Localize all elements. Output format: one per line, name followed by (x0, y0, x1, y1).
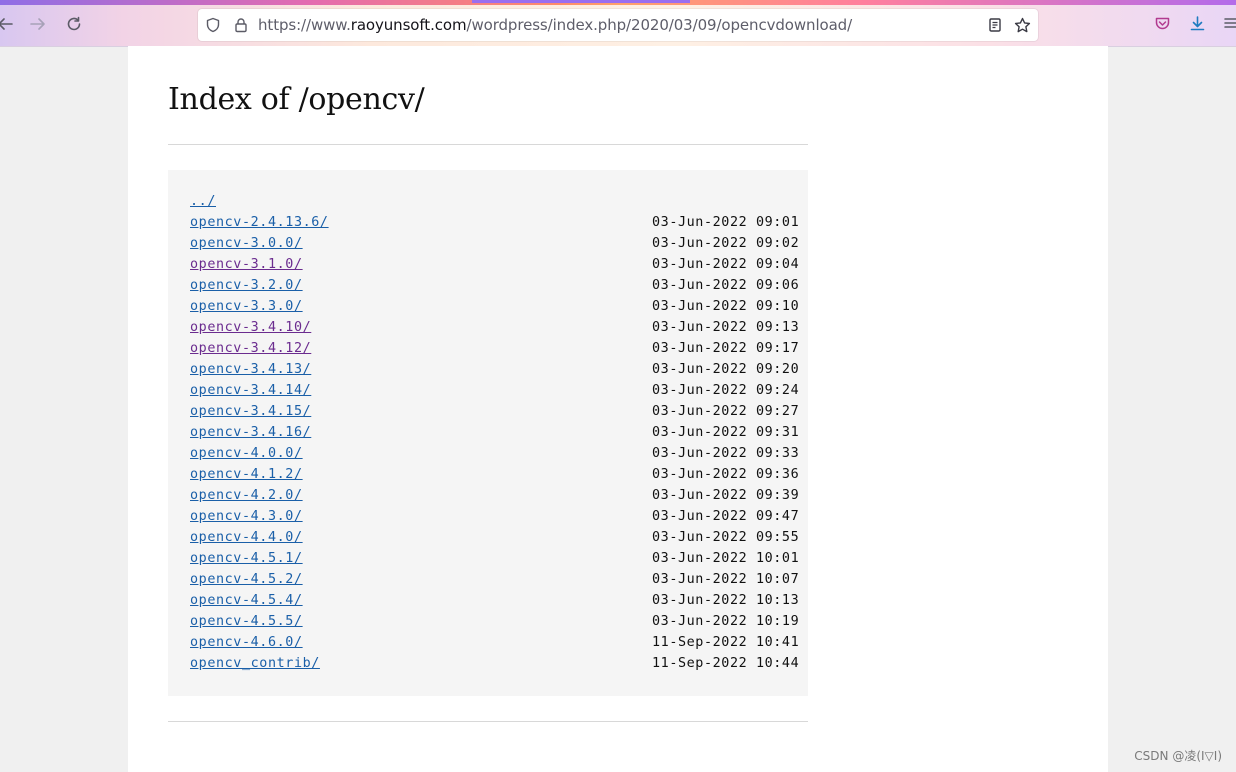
directory-link[interactable]: opencv-3.1.0/ (190, 257, 303, 272)
directory-link[interactable]: opencv-2.4.13.6/ (190, 215, 329, 230)
modified-date: 11-Sep-2022 10:41 (652, 635, 800, 650)
modified-date: 03-Jun-2022 10:13 (652, 593, 800, 608)
directory-link[interactable]: opencv-3.4.14/ (190, 383, 311, 398)
directory-link[interactable]: opencv-3.3.0/ (190, 299, 303, 314)
list-item: opencv-4.0.0/03-Jun-2022 09:33 (190, 443, 810, 464)
back-icon[interactable] (0, 13, 16, 35)
url-path: /wordpress/index.php/2020/03/09/opencvdo… (466, 16, 853, 34)
list-item: opencv-3.1.0/03-Jun-2022 09:04 (190, 254, 810, 275)
lock-icon[interactable] (232, 16, 250, 34)
directory-link[interactable]: opencv-3.4.10/ (190, 320, 311, 335)
modified-date: 03-Jun-2022 09:47 (652, 509, 800, 524)
modified-date: 03-Jun-2022 09:20 (652, 362, 800, 377)
directory-link[interactable]: opencv-4.0.0/ (190, 446, 303, 461)
modified-date: 03-Jun-2022 09:31 (652, 425, 800, 440)
list-item: opencv-3.3.0/03-Jun-2022 09:10 (190, 296, 810, 317)
watermark: CSDN @凌(Ⅰ▽Ⅰ) (1134, 749, 1222, 763)
modified-date: 03-Jun-2022 09:36 (652, 467, 800, 482)
directory-link[interactable]: opencv-3.4.16/ (190, 425, 311, 440)
list-item: opencv-3.4.15/03-Jun-2022 09:27 (190, 401, 810, 422)
shield-icon[interactable] (204, 16, 222, 34)
modified-date: 03-Jun-2022 09:06 (652, 278, 800, 293)
bottom-divider (168, 721, 808, 722)
tab-indicator (472, 0, 690, 3)
url-host: raoyunsoft.com (350, 16, 467, 34)
modified-date: 03-Jun-2022 09:24 (652, 383, 800, 398)
url-text[interactable]: https://www.raoyunsoft.com/wordpress/ind… (258, 16, 852, 34)
modified-date: 03-Jun-2022 09:27 (652, 404, 800, 419)
modified-date: 03-Jun-2022 09:55 (652, 530, 800, 545)
modified-date: 03-Jun-2022 09:10 (652, 299, 800, 314)
directory-link[interactable]: opencv-4.5.4/ (190, 593, 303, 608)
directory-link[interactable]: opencv_contrib/ (190, 656, 320, 671)
list-item: opencv-4.6.0/11-Sep-2022 10:41 (190, 632, 810, 653)
modified-date: 03-Jun-2022 09:39 (652, 488, 800, 503)
list-item: opencv-4.5.5/03-Jun-2022 10:19 (190, 611, 810, 632)
directory-link[interactable]: opencv-4.3.0/ (190, 509, 303, 524)
download-icon[interactable] (1186, 12, 1208, 34)
forward-icon[interactable] (27, 13, 49, 35)
parent-dir-link[interactable]: ../ (190, 194, 216, 209)
directory-link[interactable]: opencv-4.2.0/ (190, 488, 303, 503)
list-item: opencv-3.4.13/03-Jun-2022 09:20 (190, 359, 810, 380)
modified-date: 03-Jun-2022 10:07 (652, 572, 800, 587)
directory-link[interactable]: opencv-4.5.5/ (190, 614, 303, 629)
directory-listing: ../ opencv-2.4.13.6/03-Jun-2022 09:01 ope… (168, 170, 808, 696)
list-item: opencv-3.4.12/03-Jun-2022 09:17 (190, 338, 810, 359)
list-item: opencv-4.2.0/03-Jun-2022 09:39 (190, 485, 810, 506)
list-item: opencv-3.4.14/03-Jun-2022 09:24 (190, 380, 810, 401)
directory-link[interactable]: opencv-4.1.2/ (190, 467, 303, 482)
page-title: Index of /opencv/ (168, 82, 425, 117)
directory-link[interactable]: opencv-3.4.13/ (190, 362, 311, 377)
directory-link[interactable]: opencv-4.5.2/ (190, 572, 303, 587)
directory-link[interactable]: opencv-3.4.12/ (190, 341, 311, 356)
reload-icon[interactable] (63, 13, 85, 35)
modified-date: 03-Jun-2022 10:01 (652, 551, 800, 566)
directory-link[interactable]: opencv-4.6.0/ (190, 635, 303, 650)
list-item: opencv-4.5.1/03-Jun-2022 10:01 (190, 548, 810, 569)
list-item: opencv-2.4.13.6/03-Jun-2022 09:01 (190, 212, 810, 233)
list-item: opencv-4.3.0/03-Jun-2022 09:47 (190, 506, 810, 527)
pocket-icon[interactable] (1151, 12, 1173, 34)
parent-dir-row: ../ (190, 191, 810, 212)
browser-toolbar: https://www.raoyunsoft.com/wordpress/ind… (0, 0, 1236, 47)
modified-date: 03-Jun-2022 09:02 (652, 236, 800, 251)
modified-date: 11-Sep-2022 10:44 (652, 656, 800, 671)
directory-link[interactable]: opencv-3.0.0/ (190, 236, 303, 251)
directory-link[interactable]: opencv-3.2.0/ (190, 278, 303, 293)
page-content: Index of /opencv/ ../ opencv-2.4.13.6/03… (128, 46, 1108, 772)
reader-view-icon[interactable] (986, 16, 1004, 34)
list-item: opencv-4.1.2/03-Jun-2022 09:36 (190, 464, 810, 485)
modified-date: 03-Jun-2022 10:19 (652, 614, 800, 629)
list-item: opencv-4.5.2/03-Jun-2022 10:07 (190, 569, 810, 590)
directory-link[interactable]: opencv-4.5.1/ (190, 551, 303, 566)
modified-date: 03-Jun-2022 09:01 (652, 215, 800, 230)
address-bar[interactable]: https://www.raoyunsoft.com/wordpress/ind… (198, 9, 1038, 41)
list-item: opencv-3.4.10/03-Jun-2022 09:13 (190, 317, 810, 338)
url-prefix: https://www. (258, 16, 351, 34)
directory-link[interactable]: opencv-4.4.0/ (190, 530, 303, 545)
list-item: opencv_contrib/11-Sep-2022 10:44 (190, 653, 810, 674)
modified-date: 03-Jun-2022 09:33 (652, 446, 800, 461)
modified-date: 03-Jun-2022 09:13 (652, 320, 800, 335)
bookmark-star-icon[interactable] (1013, 16, 1031, 34)
menu-icon[interactable] (1220, 12, 1236, 34)
modified-date: 03-Jun-2022 09:17 (652, 341, 800, 356)
modified-date: 03-Jun-2022 09:04 (652, 257, 800, 272)
list-item: opencv-3.0.0/03-Jun-2022 09:02 (190, 233, 810, 254)
list-item: opencv-3.2.0/03-Jun-2022 09:06 (190, 275, 810, 296)
top-divider (168, 144, 808, 145)
list-item: opencv-4.5.4/03-Jun-2022 10:13 (190, 590, 810, 611)
list-item: opencv-4.4.0/03-Jun-2022 09:55 (190, 527, 810, 548)
directory-link[interactable]: opencv-3.4.15/ (190, 404, 311, 419)
list-item: opencv-3.4.16/03-Jun-2022 09:31 (190, 422, 810, 443)
